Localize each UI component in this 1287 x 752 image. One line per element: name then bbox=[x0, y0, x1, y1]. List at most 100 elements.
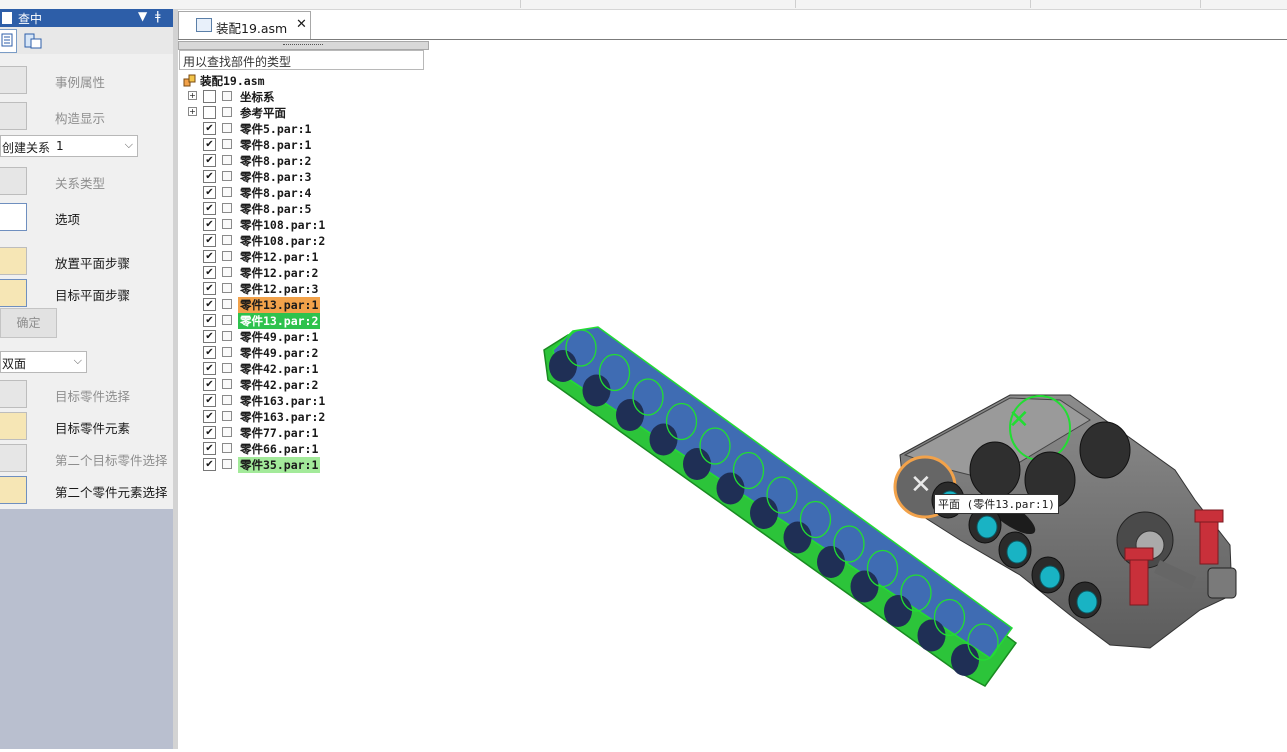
panel-pin-icon[interactable]: ǂ bbox=[155, 9, 161, 23]
part-icon bbox=[222, 171, 232, 181]
visibility-checkbox[interactable]: ✔ bbox=[203, 202, 216, 215]
tab-assembly-icon[interactable] bbox=[22, 31, 44, 51]
tree-item[interactable]: ✔ 零件12.par:3 bbox=[181, 281, 431, 297]
tree-item[interactable]: ✔ 零件12.par:2 bbox=[181, 265, 431, 281]
tree-item[interactable]: + 参考平面 bbox=[181, 105, 431, 121]
tree-item[interactable]: ✔ 零件5.par:1 bbox=[181, 121, 431, 137]
tree-item[interactable]: ✔ 零件42.par:2 bbox=[181, 377, 431, 393]
svg-text:✕: ✕ bbox=[910, 470, 932, 500]
cube-icon bbox=[0, 279, 27, 307]
graphics-viewport[interactable]: ✕ ✕ bbox=[427, 41, 1287, 749]
create-relation-select[interactable]: 创建关系 1 ⌵ bbox=[0, 135, 138, 157]
visibility-checkbox[interactable]: ✔ bbox=[203, 442, 216, 455]
tree-item[interactable]: ✔ 零件163.par:2 bbox=[181, 409, 431, 425]
part-icon bbox=[222, 139, 232, 149]
second-target-part-select-command[interactable]: 第二个目标零件选择 bbox=[0, 442, 173, 472]
pathfinder-search-input[interactable]: 用以查找部件的类型 bbox=[179, 50, 424, 70]
visibility-checkbox[interactable]: ✔ bbox=[203, 362, 216, 375]
model-view[interactable]: ✕ ✕ bbox=[427, 41, 1287, 749]
visibility-checkbox[interactable]: ✔ bbox=[203, 154, 216, 167]
visibility-checkbox[interactable]: ✔ bbox=[203, 346, 216, 359]
tree-item[interactable]: ✔ 零件66.par:1 bbox=[181, 441, 431, 457]
visibility-checkbox[interactable]: ✔ bbox=[203, 266, 216, 279]
side-select[interactable]: 双面 ⌵ bbox=[0, 351, 87, 373]
tree-item-label: 零件42.par:1 bbox=[240, 362, 319, 376]
tree-item[interactable]: ✔ 零件8.par:1 bbox=[181, 137, 431, 153]
tree-item[interactable]: ✔ 零件8.par:4 bbox=[181, 185, 431, 201]
tree-item-label: 零件163.par:2 bbox=[240, 410, 326, 424]
tree-item[interactable]: ✔ 零件8.par:3 bbox=[181, 169, 431, 185]
visibility-checkbox[interactable]: ✔ bbox=[203, 122, 216, 135]
tree-item[interactable]: ✔ 零件49.par:1 bbox=[181, 329, 431, 345]
panel-divider[interactable] bbox=[173, 9, 178, 749]
visibility-checkbox[interactable]: ✔ bbox=[203, 394, 216, 407]
visibility-checkbox[interactable]: ✔ bbox=[203, 458, 216, 471]
visibility-checkbox[interactable] bbox=[203, 90, 216, 103]
tree-root[interactable]: 装配19.asm bbox=[181, 73, 431, 89]
tree-item[interactable]: ✔ 零件13.par:1 bbox=[181, 297, 431, 313]
expand-icon[interactable]: + bbox=[188, 91, 197, 100]
part-icon bbox=[222, 411, 232, 421]
tab-list-icon[interactable] bbox=[0, 29, 17, 53]
part-icon bbox=[222, 379, 232, 389]
tree-item[interactable]: ✔ 零件8.par:2 bbox=[181, 153, 431, 169]
visibility-checkbox[interactable] bbox=[203, 106, 216, 119]
pathfinder-splitter[interactable] bbox=[178, 41, 429, 50]
tree-item[interactable]: + 坐标系 bbox=[181, 89, 431, 105]
visibility-checkbox[interactable]: ✔ bbox=[203, 410, 216, 423]
tree-item[interactable]: ✔ 零件108.par:2 bbox=[181, 233, 431, 249]
tree-item[interactable]: ✔ 零件77.par:1 bbox=[181, 425, 431, 441]
visibility-checkbox[interactable]: ✔ bbox=[203, 298, 216, 311]
tree-item[interactable]: ✔ 零件8.par:5 bbox=[181, 201, 431, 217]
panel-empty-area bbox=[0, 509, 173, 749]
target-plane-step-command[interactable]: 目标平面步骤 bbox=[0, 277, 173, 307]
tree-item[interactable]: ✔ 零件35.par:1 bbox=[181, 457, 431, 473]
tree-item[interactable]: ✔ 零件13.par:2 bbox=[181, 313, 431, 329]
expand-icon[interactable]: + bbox=[188, 107, 197, 116]
document-tab[interactable]: 装配19.asm ✕ bbox=[178, 11, 311, 39]
visibility-checkbox[interactable]: ✔ bbox=[203, 314, 216, 327]
options-command[interactable]: 选项 bbox=[0, 201, 173, 231]
visibility-checkbox[interactable]: ✔ bbox=[203, 378, 216, 391]
visibility-checkbox[interactable]: ✔ bbox=[203, 170, 216, 183]
tree-item[interactable]: ✔ 零件42.par:1 bbox=[181, 361, 431, 377]
construction-display-command[interactable]: 构造显示 bbox=[0, 100, 173, 130]
command-label: 关系类型 bbox=[55, 176, 106, 191]
visibility-checkbox[interactable]: ✔ bbox=[203, 218, 216, 231]
visibility-checkbox[interactable]: ✔ bbox=[203, 234, 216, 247]
visibility-checkbox[interactable]: ✔ bbox=[203, 186, 216, 199]
tree-item[interactable]: ✔ 零件12.par:1 bbox=[181, 249, 431, 265]
close-icon[interactable]: ✕ bbox=[296, 17, 307, 32]
assembly-icon bbox=[183, 74, 196, 87]
visibility-checkbox[interactable]: ✔ bbox=[203, 426, 216, 439]
tree-item[interactable]: ✔ 零件163.par:1 bbox=[181, 393, 431, 409]
beam-hole bbox=[917, 619, 946, 652]
visibility-checkbox[interactable]: ✔ bbox=[203, 282, 216, 295]
visibility-checkbox[interactable]: ✔ bbox=[203, 330, 216, 343]
tree-item-label: 零件66.par:1 bbox=[240, 442, 319, 456]
cube-icon bbox=[0, 247, 27, 275]
panel-header: 查中 ▼ ǂ bbox=[0, 9, 173, 27]
tree-item[interactable]: ✔ 零件108.par:1 bbox=[181, 217, 431, 233]
visibility-checkbox[interactable]: ✔ bbox=[203, 138, 216, 151]
tree-item[interactable]: ✔ 零件49.par:2 bbox=[181, 345, 431, 361]
svg-text:✕: ✕ bbox=[1008, 405, 1030, 435]
side-select-value: 双面 bbox=[2, 357, 27, 371]
command-label: 事例属性 bbox=[55, 75, 106, 90]
tree-item-label: 零件8.par:1 bbox=[240, 138, 312, 152]
second-part-element-select-command[interactable]: 第二个零件元素选择 bbox=[0, 474, 173, 504]
part-icon bbox=[222, 299, 232, 309]
panel-title: 查中 bbox=[18, 12, 43, 26]
place-plane-step-command[interactable]: 放置平面步骤 bbox=[0, 245, 173, 275]
part-icon bbox=[222, 363, 232, 373]
target-part-element-command[interactable]: 目标零件元素 bbox=[0, 410, 173, 440]
instance-properties-command[interactable]: 事例属性 bbox=[0, 64, 173, 94]
part-icon bbox=[222, 203, 232, 213]
ok-button[interactable]: 确定 bbox=[0, 308, 57, 338]
panel-menu-icon[interactable]: ▼ bbox=[138, 9, 147, 23]
relation-type-command[interactable]: 关系类型 bbox=[0, 165, 173, 195]
reference-icon bbox=[222, 91, 232, 101]
target-part-select-command[interactable]: 目标零件选择 bbox=[0, 378, 173, 408]
tree-item-label: 零件108.par:2 bbox=[240, 234, 326, 248]
visibility-checkbox[interactable]: ✔ bbox=[203, 250, 216, 263]
